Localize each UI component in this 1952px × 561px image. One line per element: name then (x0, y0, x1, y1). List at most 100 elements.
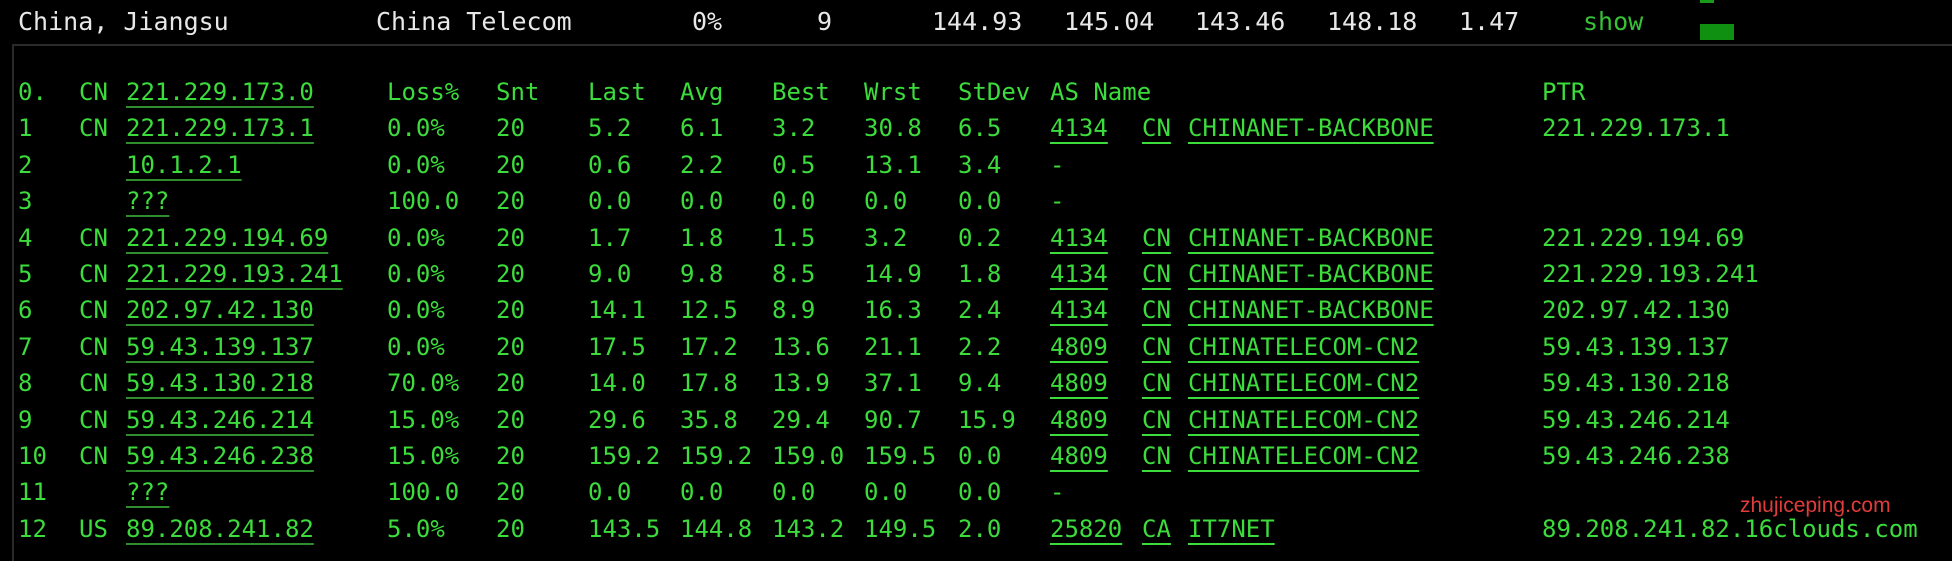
hop-last: 17.5 (588, 332, 646, 361)
hop-last: 0.0 (588, 478, 632, 507)
hop-as-name-link[interactable]: CHINATELECOM-CN2 (1188, 402, 1419, 438)
summary-loss: 0% (692, 7, 723, 36)
hop-asn-link[interactable]: 4134 (1050, 220, 1108, 256)
hop-asn-link[interactable]: 4809 (1050, 365, 1108, 401)
hop-as-name-link[interactable]: IT7NET (1188, 511, 1275, 547)
hop-worst: 159.5 (864, 441, 937, 470)
watermark: zhujiceping.com (1740, 494, 1891, 517)
hop-as-name-link[interactable]: CHINATELECOM-CN2 (1188, 329, 1419, 365)
hop-ip-link[interactable]: 59.43.246.238 (126, 438, 314, 474)
latency-bar (1700, 24, 1734, 40)
hop-as-country-link[interactable]: CN (1142, 220, 1171, 256)
hop-sent: 20 (496, 369, 525, 398)
hop-last: 5.2 (588, 114, 632, 143)
hop-ip-link[interactable]: 59.43.139.137 (126, 329, 314, 365)
hop-row: 11??? 100.0 20 0.0 0.0 0.0 0.0 0.0 - (18, 474, 1952, 510)
hop-as-name-link[interactable]: CHINATELECOM-CN2 (1188, 438, 1419, 474)
hop-as-country-link[interactable]: CN (1142, 256, 1171, 292)
hop-number: 6 (18, 296, 33, 325)
summary-sent: 9 (817, 7, 833, 36)
hop-as-country-link[interactable]: CA (1142, 511, 1171, 547)
hop-as-country-link[interactable]: CN (1142, 329, 1171, 365)
header-loss: Loss% (387, 78, 460, 106)
hop-asn-link[interactable]: 4134 (1050, 292, 1108, 328)
hop-ip-link[interactable]: 221.229.194.69 (126, 220, 328, 256)
hop-country: CN (79, 332, 108, 361)
hop-worst: 3.2 (864, 223, 908, 252)
header-best: Best (772, 78, 830, 106)
hop-as-country-link[interactable]: CN (1142, 438, 1171, 474)
hop-ip-link[interactable]: 221.229.193.241 (126, 256, 343, 292)
hop-asn-link[interactable]: 4809 (1050, 402, 1108, 438)
summary-location: China, Jiangsu (18, 7, 229, 36)
hop-as-country-link[interactable]: CN (1142, 365, 1171, 401)
header-ip-link[interactable]: 221.229.173.0 (126, 74, 314, 110)
hop-best: 29.4 (772, 405, 830, 434)
hop-country: CN (79, 369, 108, 398)
summary-avg: 145.04 (1064, 7, 1155, 36)
summary-worst: 148.18 (1327, 7, 1418, 36)
hop-sent: 20 (496, 441, 525, 470)
hop-number: 3 (18, 187, 33, 216)
hop-worst: 16.3 (864, 296, 922, 325)
hop-avg: 17.2 (680, 332, 738, 361)
hop-asn-link[interactable]: 4809 (1050, 329, 1108, 365)
hop-worst: 30.8 (864, 114, 922, 143)
hop-sent: 20 (496, 223, 525, 252)
hop-row: 9 CN 59.43.246.214 15.0% 20 29.6 35.8 29.4 90.7 1… (18, 402, 1952, 438)
hop-as-name-link[interactable]: CHINANET-BACKBONE (1188, 110, 1434, 146)
hop-ptr: 221.229.194.69 (1542, 223, 1745, 252)
hop-country: CN (79, 296, 108, 325)
hop-last: 14.1 (588, 296, 646, 325)
hop-ip-link[interactable]: 59.43.246.214 (126, 402, 314, 438)
hop-as-name-link[interactable]: CHINATELECOM-CN2 (1188, 365, 1419, 401)
hop-asn-link[interactable]: 4134 (1050, 110, 1108, 146)
hop-ip-link[interactable]: 89.208.241.82 (126, 511, 314, 547)
hop-last: 0.6 (588, 150, 632, 179)
hop-best: 0.0 (772, 187, 816, 216)
hop-best: 143.2 (772, 514, 845, 543)
hop-worst: 0.0 (864, 187, 908, 216)
hop-ip-link[interactable]: 10.1.2.1 (126, 147, 242, 183)
hop-row: 7 CN 59.43.139.137 0.0% 20 17.5 17.2 13.6 21.1 2.… (18, 329, 1952, 365)
hop-ptr: 59.43.130.218 (1542, 369, 1730, 398)
hop-as-country-link[interactable]: CN (1142, 292, 1171, 328)
hop-asn-link[interactable]: 25820 (1050, 511, 1122, 547)
hop-as-name-link[interactable]: CHINANET-BACKBONE (1188, 256, 1434, 292)
hop-as-country-link[interactable]: CN (1142, 402, 1171, 438)
hop-sent: 20 (496, 259, 525, 288)
hop-stdev: 0.2 (958, 223, 1002, 252)
hop-last: 9.0 (588, 259, 632, 288)
hop-row: 10 CN 59.43.246.238 15.0% 20 159.2 159.2 159.0 1… (18, 438, 1952, 474)
hop-ip-link[interactable]: ??? (126, 183, 169, 219)
hop-ip-link[interactable]: 202.97.42.130 (126, 292, 314, 328)
hop-row: 12 US 89.208.241.82 5.0% 20 143.5 144.8 143.2 14… (18, 511, 1952, 547)
hop-sent: 20 (496, 187, 525, 216)
show-details-link[interactable]: show (1583, 6, 1643, 38)
hop-last: 143.5 (588, 514, 661, 543)
hop-sent: 20 (496, 150, 525, 179)
hop-row: 3??? 100.0 20 0.0 0.0 0.0 0.0 0.0 - (18, 183, 1952, 219)
hop-stdev: 15.9 (958, 405, 1016, 434)
hop-best: 0.0 (772, 478, 816, 507)
hop-as-name-link[interactable]: CHINANET-BACKBONE (1188, 292, 1434, 328)
hop-loss: 0.0% (387, 223, 445, 252)
summary-isp: China Telecom (376, 7, 572, 36)
hop-stdev: 3.4 (958, 150, 1002, 179)
hop-stdev: 2.4 (958, 296, 1002, 325)
hop-as-country-link[interactable]: CN (1142, 110, 1171, 146)
hop-last: 1.7 (588, 223, 632, 252)
hop-as-name-link[interactable]: CHINANET-BACKBONE (1188, 220, 1434, 256)
hop-stdev: 0.0 (958, 187, 1002, 216)
hop-number: 12 (18, 514, 47, 543)
hop-asn-link[interactable]: 4809 (1050, 438, 1108, 474)
hop-avg: 2.2 (680, 150, 724, 179)
hop-ip-link[interactable]: ??? (126, 474, 169, 510)
hop-avg: 6.1 (680, 114, 724, 143)
hop-sent: 20 (496, 296, 525, 325)
hop-best: 13.6 (772, 332, 830, 361)
hop-best: 1.5 (772, 223, 816, 252)
hop-ip-link[interactable]: 59.43.130.218 (126, 365, 314, 401)
hop-asn-link[interactable]: 4134 (1050, 256, 1108, 292)
hop-ip-link[interactable]: 221.229.173.1 (126, 110, 314, 146)
